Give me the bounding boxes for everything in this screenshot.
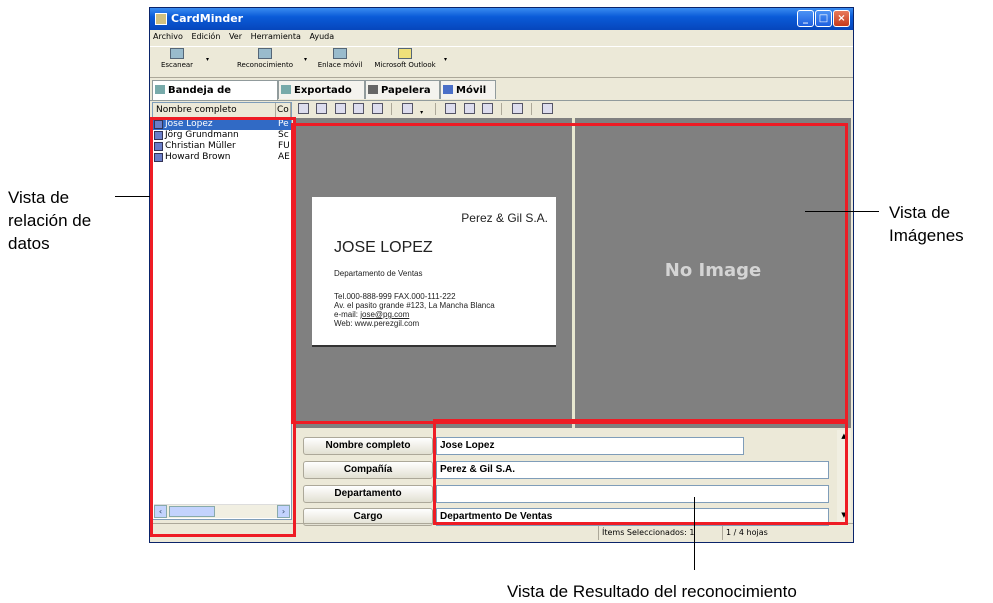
status-selected: Ítems Seleccionados: 1 bbox=[598, 526, 702, 540]
rotate-left-icon[interactable] bbox=[298, 103, 309, 114]
tab-bar: Bandeja de entrada Exportado Papelera Mó… bbox=[150, 80, 853, 115]
status-pages: 1 / 4 hojas bbox=[722, 526, 816, 540]
toolbar-separator bbox=[434, 103, 436, 115]
recognition-icon bbox=[258, 48, 272, 59]
flip-icon[interactable] bbox=[334, 103, 346, 114]
menu-edicion[interactable]: Edición bbox=[191, 32, 220, 41]
field-label-fullname[interactable]: Nombre completo bbox=[303, 437, 433, 455]
highlight-result-view bbox=[433, 419, 848, 525]
annotation-result-view: Vista de Resultado del reconocimiento bbox=[507, 582, 797, 601]
highlight-image-view bbox=[291, 123, 848, 424]
mobile-icon bbox=[443, 85, 453, 94]
field-label-department[interactable]: Departamento bbox=[303, 485, 433, 503]
menu-ayuda[interactable]: Ayuda bbox=[309, 32, 334, 41]
menu-archivo[interactable]: Archivo bbox=[153, 32, 183, 41]
tab-trash[interactable]: Papelera bbox=[365, 80, 440, 99]
outlook-button[interactable]: Microsoft Outlook bbox=[372, 48, 438, 69]
export-icon bbox=[281, 85, 291, 94]
annotation-data-view: Vista de relación de datos bbox=[8, 188, 92, 253]
window-title: CardMinder bbox=[171, 12, 244, 25]
app-icon bbox=[155, 13, 167, 25]
column-header-name[interactable]: Nombre completo bbox=[153, 103, 276, 118]
menu-herramienta[interactable]: Herramienta bbox=[251, 32, 301, 41]
rotate-right-icon[interactable] bbox=[316, 103, 328, 114]
highlight-data-view bbox=[150, 117, 296, 537]
column-header-company[interactable]: Co bbox=[276, 103, 291, 118]
annotation-line-image bbox=[805, 211, 879, 212]
recognition-button[interactable]: Reconocimiento bbox=[230, 48, 300, 69]
scan-button[interactable]: Escanear bbox=[156, 48, 198, 69]
front-side-icon[interactable] bbox=[445, 103, 457, 114]
mobile-link-button[interactable]: Enlace móvil bbox=[315, 48, 365, 69]
image-toolbar: ▾ bbox=[296, 101, 851, 117]
title-bar[interactable]: CardMinder _ □ × bbox=[150, 8, 853, 30]
inbox-icon bbox=[155, 85, 165, 94]
scanner-icon bbox=[170, 48, 184, 59]
zoom-out-icon[interactable] bbox=[371, 103, 383, 114]
toolbar-separator bbox=[501, 103, 503, 115]
annotation-line-result bbox=[694, 497, 695, 570]
tab-exported[interactable]: Exportado bbox=[278, 80, 365, 99]
tab-inbox[interactable]: Bandeja de entrada bbox=[152, 80, 278, 115]
mobile-link-icon bbox=[333, 48, 347, 59]
toolbar-separator bbox=[391, 103, 393, 115]
minimize-button[interactable]: _ bbox=[797, 10, 814, 27]
close-button[interactable]: × bbox=[833, 10, 850, 27]
view-mode-icon[interactable] bbox=[541, 103, 553, 114]
image-adjust-icon[interactable] bbox=[401, 103, 413, 114]
maximize-button[interactable]: □ bbox=[815, 10, 832, 27]
copy-icon[interactable] bbox=[511, 103, 523, 114]
main-toolbar: Escanear ▾ Reconocimiento ▾ Enlace móvil… bbox=[150, 46, 853, 78]
annotation-line-data bbox=[115, 196, 150, 197]
outlook-icon bbox=[398, 48, 412, 59]
menu-ver[interactable]: Ver bbox=[229, 32, 242, 41]
zoom-in-icon[interactable] bbox=[353, 103, 365, 114]
trash-icon bbox=[368, 85, 378, 94]
field-label-company[interactable]: Compañía bbox=[303, 461, 433, 479]
toolbar-separator bbox=[531, 103, 533, 115]
menu-bar: Archivo Edición Ver Herramienta Ayuda bbox=[150, 30, 853, 45]
back-side-icon[interactable] bbox=[463, 103, 475, 114]
tab-mobile[interactable]: Móvil bbox=[440, 80, 496, 99]
both-sides-icon[interactable] bbox=[481, 103, 493, 114]
annotation-image-view: Vista de Imágenes bbox=[889, 203, 964, 245]
